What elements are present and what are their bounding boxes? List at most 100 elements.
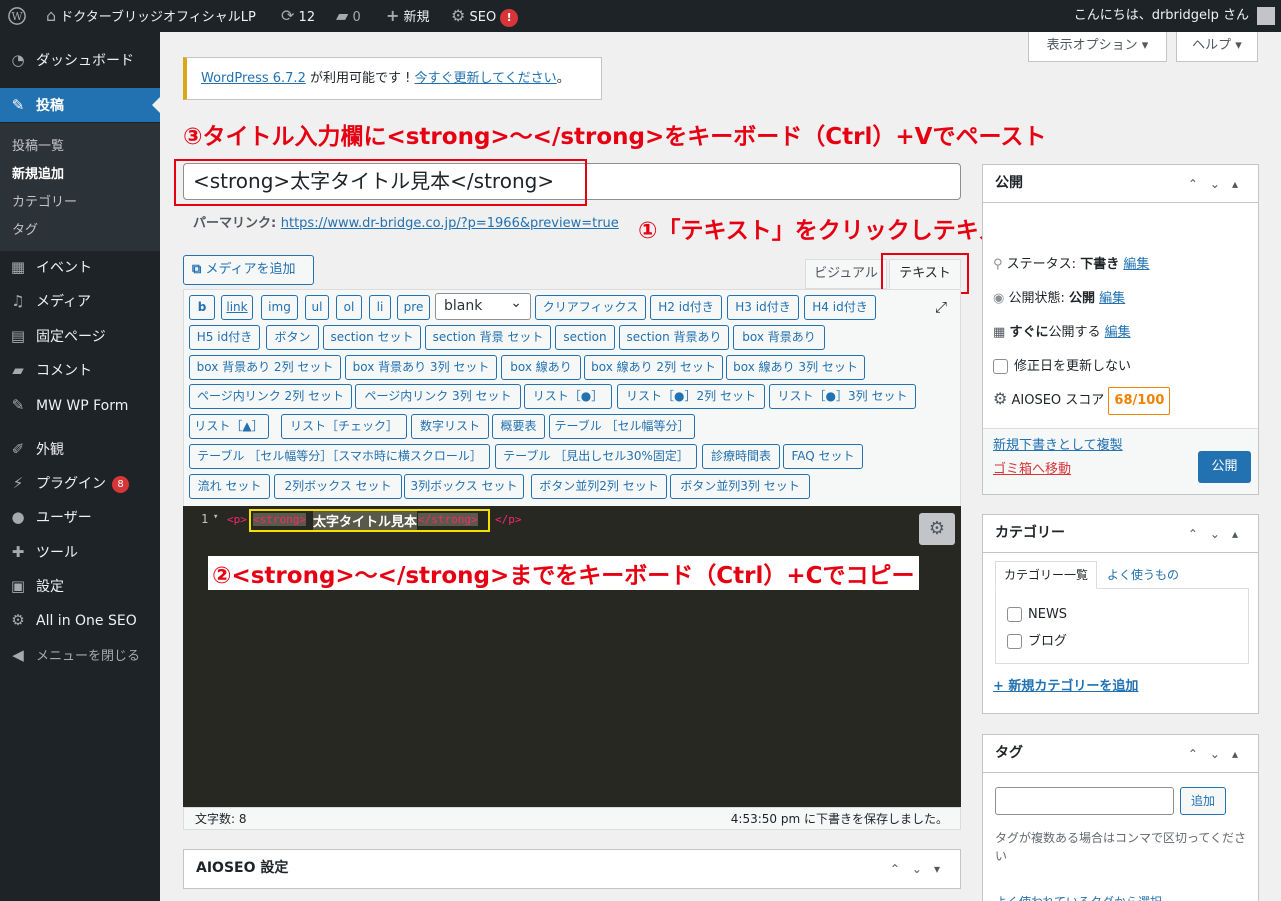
quicktag-button[interactable]: 診療時間表 xyxy=(702,444,780,469)
quicktag-button[interactable]: section xyxy=(555,325,615,350)
category-checkbox[interactable] xyxy=(1007,634,1022,649)
quicktag-button[interactable]: 流れ セット xyxy=(189,474,270,499)
collapse-menu-button[interactable]: ◀ メニューを閉じる xyxy=(0,638,160,672)
tab-all-categories[interactable]: カテゴリー一覧 xyxy=(995,561,1097,589)
quicktag-button[interactable]: テーブル ［見出しセル30%固定］ xyxy=(495,444,697,469)
quicktag-button[interactable]: ボタン並列3列 セット xyxy=(670,474,810,499)
box-arrow-icons[interactable]: ⌃⌄▴ xyxy=(1188,515,1250,553)
tag-input[interactable] xyxy=(995,787,1174,815)
sidebar-item-dashboard[interactable]: ◔ ダッシュボード xyxy=(0,43,160,77)
sidebar-item-mw-wp-form[interactable]: ✎ MW WP Form xyxy=(0,388,160,422)
sidebar-item-tools[interactable]: ✚ ツール xyxy=(0,535,160,569)
updates-link[interactable]: ⟳ 12 xyxy=(281,0,315,32)
sidebar-item-events[interactable]: ▦ イベント xyxy=(0,250,160,284)
quicktag-button[interactable]: リスト［▲］ xyxy=(189,414,269,439)
category-checkbox[interactable] xyxy=(1007,607,1022,622)
sidebar-item-comments[interactable]: ▰ コメント xyxy=(0,353,160,387)
add-tag-button[interactable]: 追加 xyxy=(1180,787,1226,815)
quicktag-button[interactable]: box 線あり 2列 セット xyxy=(584,355,723,380)
quicktag-button[interactable]: H2 id付き xyxy=(650,295,722,320)
quicktag-button[interactable]: テーブル ［セル幅等分］ xyxy=(549,414,695,439)
submenu-add-new[interactable]: 新規追加 xyxy=(12,163,64,182)
sidebar-item-media[interactable]: ♫ メディア xyxy=(0,284,160,318)
quicktag-button[interactable]: 概要表 xyxy=(492,414,545,439)
quicktag-button[interactable]: b xyxy=(189,295,215,320)
quicktag-button[interactable]: H3 id付き xyxy=(727,295,799,320)
quicktag-button[interactable]: section 背景 セット xyxy=(425,325,551,350)
sidebar-item-pages[interactable]: ▤ 固定ページ xyxy=(0,319,160,353)
quicktag-button[interactable]: H5 id付き xyxy=(189,325,260,350)
tab-visual[interactable]: ビジュアル xyxy=(805,259,887,289)
account-greeting[interactable]: こんにちは、drbridgelp さん xyxy=(1074,0,1249,32)
sidebar-item-aioseo[interactable]: ⚙ All in One SEO xyxy=(0,603,160,637)
wordpress-version-link[interactable]: WordPress 6.7.2 xyxy=(201,71,306,86)
quicktag-button[interactable]: リスト［●］3列 セット xyxy=(769,384,916,409)
quicktag-button[interactable]: section 背景あり xyxy=(619,325,729,350)
add-category-link[interactable]: + 新規カテゴリーを追加 xyxy=(993,675,1138,694)
quicktag-button[interactable]: 3列ボックス セット xyxy=(404,474,524,499)
quicktag-button[interactable]: テーブル ［セル幅等分］［スマホ時に横スクロール］ xyxy=(189,444,490,469)
sidebar-item-users[interactable]: ● ユーザー xyxy=(0,500,160,534)
help-button[interactable]: ヘルプ ▾ xyxy=(1176,32,1258,62)
quicktag-button[interactable]: pre xyxy=(397,295,430,320)
sidebar-item-plugins[interactable]: ⚡ プラグイン 8 xyxy=(0,466,160,500)
quicktag-button[interactable]: ページ内リンク 3列 セット xyxy=(355,384,521,409)
fold-arrow-icon[interactable]: ▾ xyxy=(213,512,218,522)
quicktag-button[interactable]: box 背景あり 3列 セット xyxy=(345,355,497,380)
link-target-select[interactable]: blank ⌄ xyxy=(435,293,531,320)
quicktag-button[interactable]: box 背景あり 2列 セット xyxy=(189,355,341,380)
code-editor[interactable]: 1 ▾ <p> <strong> 太字タイトル見本 </strong> </p> xyxy=(183,506,961,807)
sidebar-item-settings[interactable]: ▣ 設定 xyxy=(0,569,160,603)
fullscreen-icon[interactable]: ⤢ xyxy=(929,297,953,317)
quicktag-button[interactable]: FAQ セット xyxy=(783,444,863,469)
quicktag-button[interactable]: li xyxy=(369,295,391,320)
quicktag-button[interactable]: ボタン並列2列 セット xyxy=(531,474,667,499)
quicktag-button[interactable]: クリアフィックス xyxy=(535,295,646,320)
quicktag-button[interactable]: リスト［●］2列 セット xyxy=(617,384,765,409)
quicktag-button[interactable]: リスト［●］ xyxy=(524,384,612,409)
box-arrow-icons[interactable]: ⌃⌄▾ xyxy=(890,850,952,888)
submenu-tags[interactable]: タグ xyxy=(12,219,38,238)
quicktag-button[interactable]: ol xyxy=(336,295,362,320)
quicktag-button[interactable]: box 線あり xyxy=(501,355,581,380)
update-now-link[interactable]: 今すぐ更新してください xyxy=(414,71,556,86)
trash-link[interactable]: ゴミ箱へ移動 xyxy=(993,458,1071,477)
quicktag-button[interactable]: ページ内リンク 2列 セット xyxy=(189,384,352,409)
quicktag-button[interactable]: 数字リスト xyxy=(411,414,489,439)
permalink-url[interactable]: https://www.dr-bridge.co.jp/?p=1966&prev… xyxy=(281,216,619,231)
update-date-checkbox[interactable] xyxy=(993,359,1008,374)
submenu-all-posts[interactable]: 投稿一覧 xyxy=(12,135,64,154)
comments-link[interactable]: ▰ 0 xyxy=(336,0,361,32)
quicktag-button[interactable]: box 背景あり xyxy=(733,325,825,350)
aioseo-score-badge[interactable]: 68/100 xyxy=(1108,387,1171,415)
edit-schedule-link[interactable]: 編集 xyxy=(1105,325,1131,340)
wordpress-logo-icon[interactable]: W xyxy=(8,0,26,32)
editor-settings-gear-icon[interactable]: ⚙ xyxy=(919,513,955,545)
tab-popular-categories[interactable]: よく使うもの xyxy=(1107,566,1179,583)
site-name-link[interactable]: ⌂ ドクターブリッジオフィシャルLP xyxy=(46,0,256,32)
submenu-categories[interactable]: カテゴリー xyxy=(12,191,77,210)
aioseo-settings-title[interactable]: AIOSEO 設定 xyxy=(184,850,960,888)
box-arrow-icons[interactable]: ⌃⌄▴ xyxy=(1188,735,1250,773)
quicktag-button[interactable]: box 線あり 3列 セット xyxy=(726,355,865,380)
sidebar-item-appearance[interactable]: ✐ 外観 xyxy=(0,432,160,466)
avatar[interactable] xyxy=(1257,7,1275,25)
quicktag-button[interactable]: ul xyxy=(305,295,329,320)
quicktag-button[interactable]: img xyxy=(261,295,298,320)
box-arrow-icons[interactable]: ⌃⌄▴ xyxy=(1188,165,1250,203)
quicktag-button[interactable]: section セット xyxy=(323,325,421,350)
edit-visibility-link[interactable]: 編集 xyxy=(1099,291,1125,306)
sidebar-item-posts[interactable]: ✎ 投稿 xyxy=(0,88,160,122)
new-content-link[interactable]: + 新規 xyxy=(386,0,430,32)
quicktag-button[interactable]: 2列ボックス セット xyxy=(274,474,402,499)
quicktag-button[interactable]: ボタン xyxy=(266,325,319,350)
quicktag-button[interactable]: リスト［チェック］ xyxy=(281,414,407,439)
choose-tags-link[interactable]: よく使われているタグから選択 xyxy=(995,893,1162,901)
publish-button[interactable]: 公開 xyxy=(1198,451,1251,483)
quicktag-button[interactable]: H4 id付き xyxy=(804,295,876,320)
add-media-button[interactable]: ⧉ メディアを追加 xyxy=(183,255,314,285)
edit-status-link[interactable]: 編集 xyxy=(1123,257,1149,272)
screen-options-button[interactable]: 表示オプション ▾ xyxy=(1028,32,1167,62)
seo-menu[interactable]: ⚙ SEO! xyxy=(451,0,519,32)
duplicate-draft-link[interactable]: 新規下書きとして複製 xyxy=(993,434,1123,453)
